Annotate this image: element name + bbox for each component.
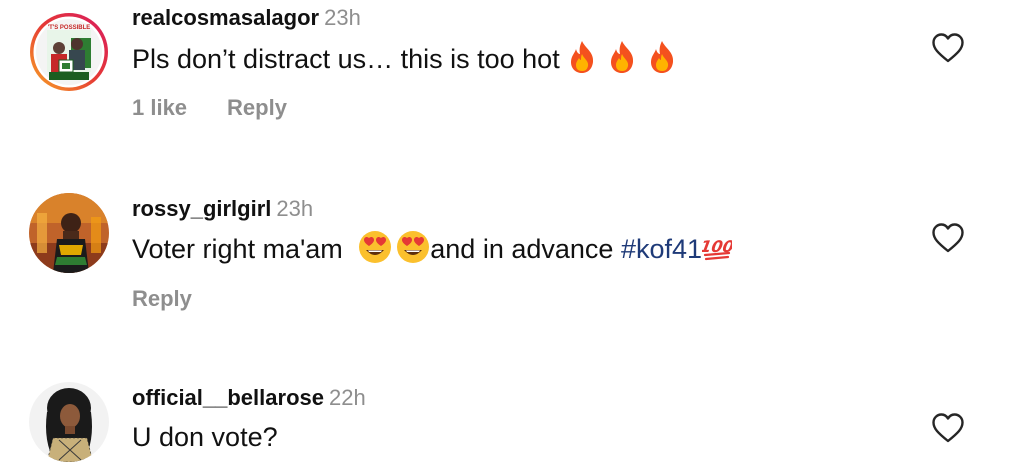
comment-body-end: and in advance — [430, 234, 614, 264]
like-heart-icon[interactable] — [931, 32, 965, 64]
fire-icon — [647, 40, 677, 74]
hundred-points-icon: 100 — [702, 232, 732, 262]
comment-body: U don vote? — [132, 422, 278, 452]
heart-eyes-icon — [358, 230, 392, 264]
comment-body: Pls don’t distract us… this is too hot — [132, 44, 560, 74]
like-heart-icon[interactable] — [931, 222, 965, 254]
avatar-banner-text: 'T'S POSSIBLE — [48, 25, 91, 31]
reply-button[interactable]: Reply — [132, 286, 192, 311]
comment-time: 23h — [276, 196, 314, 221]
comment-time: 23h — [324, 5, 361, 30]
likes-count[interactable]: 1 like — [132, 95, 187, 120]
comment-actions: Reply — [132, 286, 192, 312]
comment-username[interactable]: official__bellarose — [132, 385, 324, 410]
fire-icon — [607, 40, 637, 74]
comment-text: U don vote? — [132, 420, 278, 454]
comment-body-start: Voter right ma'am — [132, 234, 343, 264]
avatar[interactable] — [29, 382, 109, 462]
like-heart-icon[interactable] — [931, 412, 965, 444]
emoji-group — [567, 40, 677, 74]
comment-actions: 1 like Reply — [132, 95, 287, 121]
heart-eyes-icon — [396, 230, 430, 264]
avatar[interactable]: 'T'S POSSIBLE — [29, 12, 109, 92]
emoji-group — [358, 230, 430, 264]
comment-text: Voter right ma'am and in advance #kof41 … — [132, 230, 732, 266]
comment-username[interactable]: rossy_girlgirl — [132, 196, 271, 221]
fire-icon — [567, 40, 597, 74]
hashtag-link[interactable]: #kof41 — [621, 234, 702, 264]
comment-text: Pls don’t distract us… this is too hot — [132, 40, 677, 76]
reply-button[interactable]: Reply — [227, 95, 287, 120]
username-line: realcosmasalagor 23h — [132, 5, 361, 31]
comment-username[interactable]: realcosmasalagor — [132, 5, 319, 30]
username-line: official__bellarose 22h — [132, 385, 366, 411]
comment-time: 22h — [328, 385, 366, 410]
avatar[interactable] — [29, 193, 109, 273]
username-line: rossy_girlgirl 23h — [132, 196, 313, 222]
